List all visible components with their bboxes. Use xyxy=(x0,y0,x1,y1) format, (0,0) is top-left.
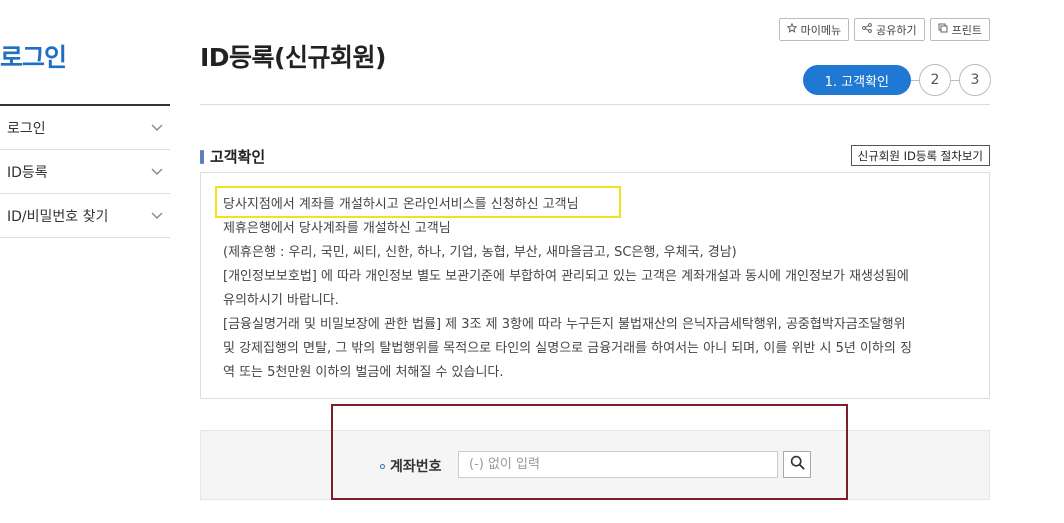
step-connector xyxy=(911,79,919,81)
section-heading: 고객확인 xyxy=(200,146,265,167)
star-icon xyxy=(786,22,797,36)
chevron-down-icon xyxy=(150,209,164,223)
sidebar-item-login[interactable]: 로그인 xyxy=(0,106,170,150)
search-button[interactable] xyxy=(783,451,811,478)
info-line: 당사지점에서 계좌를 개설하시고 온라인서비스를 신청하신 고객님 xyxy=(223,197,579,212)
sidebar-item-label: ID등록 xyxy=(7,164,48,181)
account-label-text: 계좌번호 xyxy=(390,459,442,475)
sidebar-title: 로그인 xyxy=(0,43,67,72)
step-2: 2 xyxy=(919,64,951,96)
bullet-icon xyxy=(380,463,385,469)
chevron-down-icon xyxy=(150,165,164,179)
step-1-active: 1. 고객확인 xyxy=(802,65,911,95)
account-number-input[interactable] xyxy=(458,451,778,478)
info-line: 제휴은행에서 당사계좌를 개설하신 고객님 xyxy=(223,221,451,236)
share-button[interactable]: 공유하기 xyxy=(854,18,925,41)
section-title: 고객확인 xyxy=(210,148,266,166)
print-button[interactable]: 프린트 xyxy=(929,18,990,41)
copy-icon xyxy=(938,23,948,36)
header-divider xyxy=(200,104,990,105)
step-connector xyxy=(951,79,959,81)
procedure-button[interactable]: 신규회원 ID등록 절차보기 xyxy=(850,145,990,166)
sidebar-item-id-register[interactable]: ID등록 xyxy=(0,150,170,194)
section-bar xyxy=(200,149,204,164)
step-indicator: 1. 고객확인 2 3 xyxy=(802,64,991,96)
mymenu-label: 마이메뉴 xyxy=(800,23,842,37)
account-label: 계좌번호 xyxy=(380,456,442,476)
utility-bar: 마이메뉴 공유하기 프린트 xyxy=(778,18,990,41)
info-box: 당사지점에서 계좌를 개설하시고 온라인서비스를 신청하신 고객님 제휴은행에서… xyxy=(200,172,990,399)
info-line: 및 강제집행의 면탈, 그 밖의 탈법행위를 목적으로 타인의 실명으로 금융거… xyxy=(223,341,912,356)
info-line: 역 또는 5천만원 이하의 벌금에 처해질 수 있습니다. xyxy=(223,365,504,380)
sidebar-menu: 로그인 ID등록 ID/비밀번호 찾기 xyxy=(0,104,170,238)
sidebar-item-label: ID/비밀번호 찾기 xyxy=(7,208,109,225)
print-label: 프린트 xyxy=(951,23,982,37)
sidebar-item-label: 로그인 xyxy=(7,120,46,137)
mymenu-button[interactable]: 마이메뉴 xyxy=(778,18,850,41)
info-line: [개인정보보호법] 에 따라 개인정보 별도 보관기준에 부합하여 관리되고 있… xyxy=(223,269,909,284)
page-title: ID등록(신규회원) xyxy=(200,43,386,72)
share-label: 공유하기 xyxy=(876,23,917,37)
step-3: 3 xyxy=(959,64,991,96)
info-line: [금융실명거래 및 비밀보장에 관한 법률] 제 3조 제 3항에 따라 누구든… xyxy=(223,317,906,332)
share-icon xyxy=(862,23,872,36)
info-line: (제휴은행 : 우리, 국민, 씨티, 신한, 하나, 기업, 농협, 부산, … xyxy=(223,245,737,260)
sidebar-item-find-id-password[interactable]: ID/비밀번호 찾기 xyxy=(0,194,170,238)
search-icon xyxy=(790,455,805,474)
info-line: 유의하시기 바랍니다. xyxy=(223,293,339,308)
chevron-down-icon xyxy=(150,121,164,135)
